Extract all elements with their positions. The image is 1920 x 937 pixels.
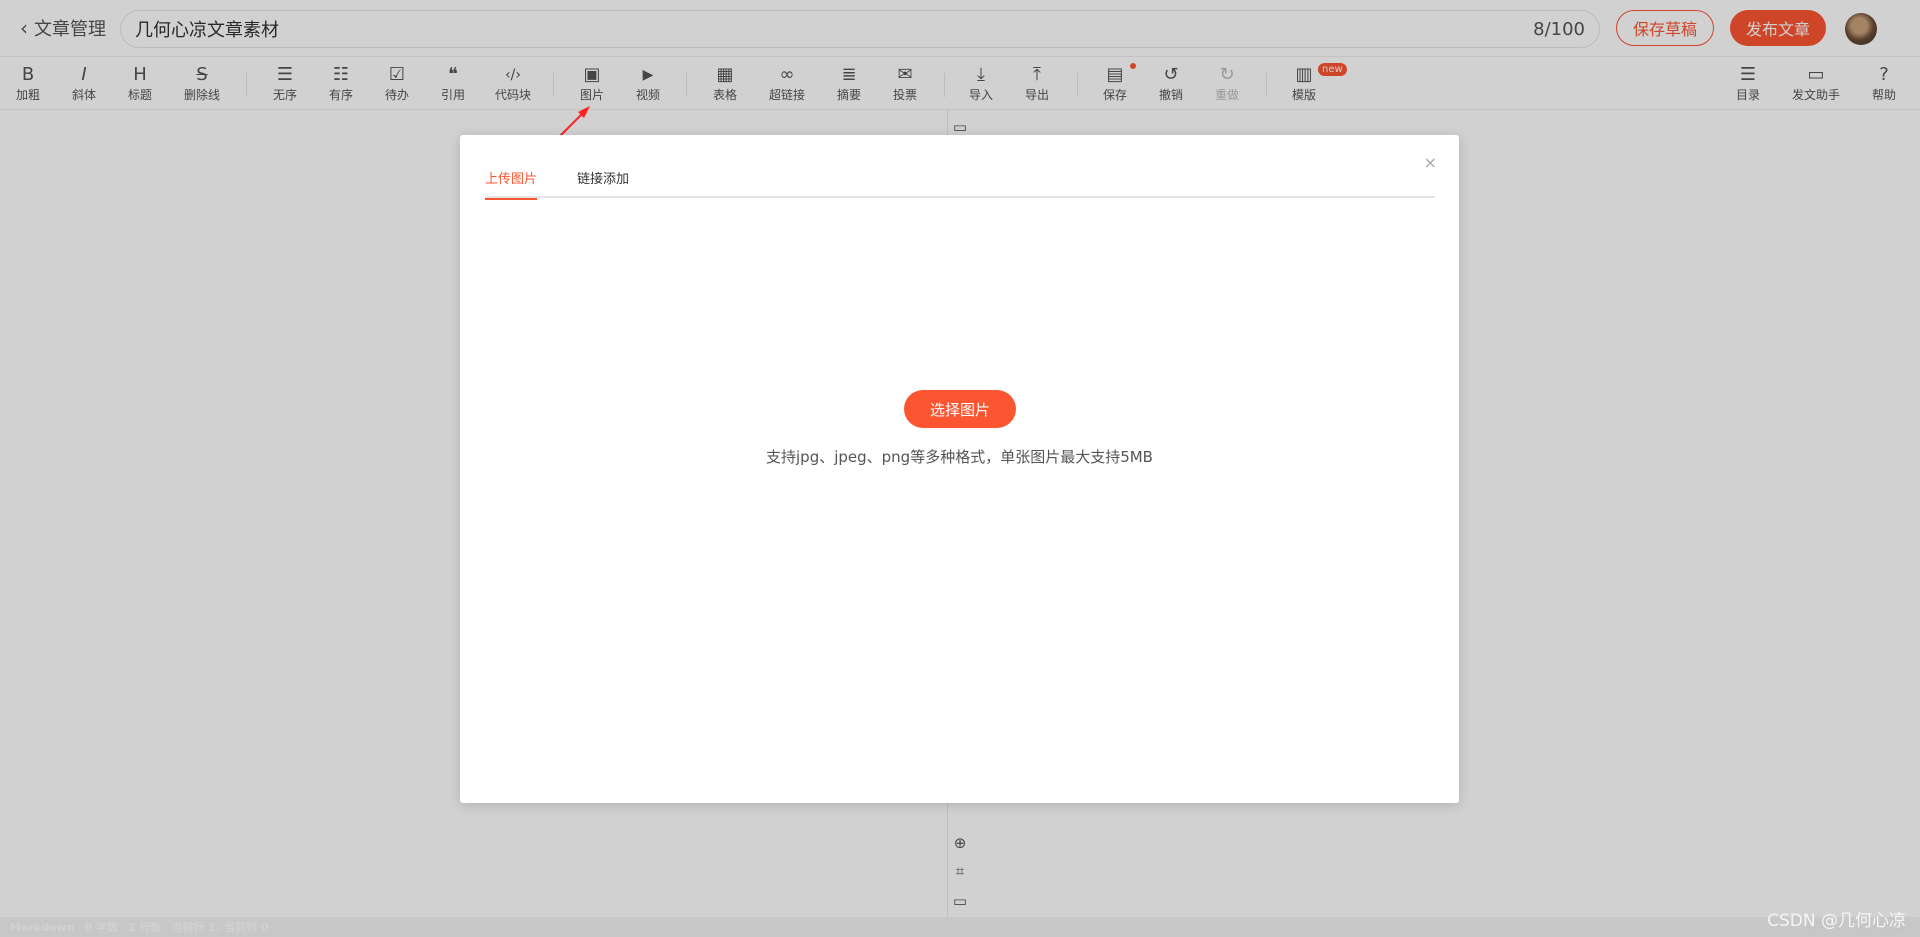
upload-hint: 支持jpg、jpeg、png等多种格式，单张图片最大支持5MB [766,448,1153,466]
tab-link-add[interactable]: 链接添加 [577,168,629,198]
select-image-button[interactable]: 选择图片 [904,390,1016,428]
tab-upload-image[interactable]: 上传图片 [485,168,538,200]
watermark: CSDN @几何心凉 [1767,911,1906,931]
dialog-tabs: 上传图片 链接添加 [485,168,1435,200]
insert-image-dialog: × 上传图片 链接添加 选择图片 支持jpg、jpeg、png等多种格式，单张图… [460,135,1459,803]
